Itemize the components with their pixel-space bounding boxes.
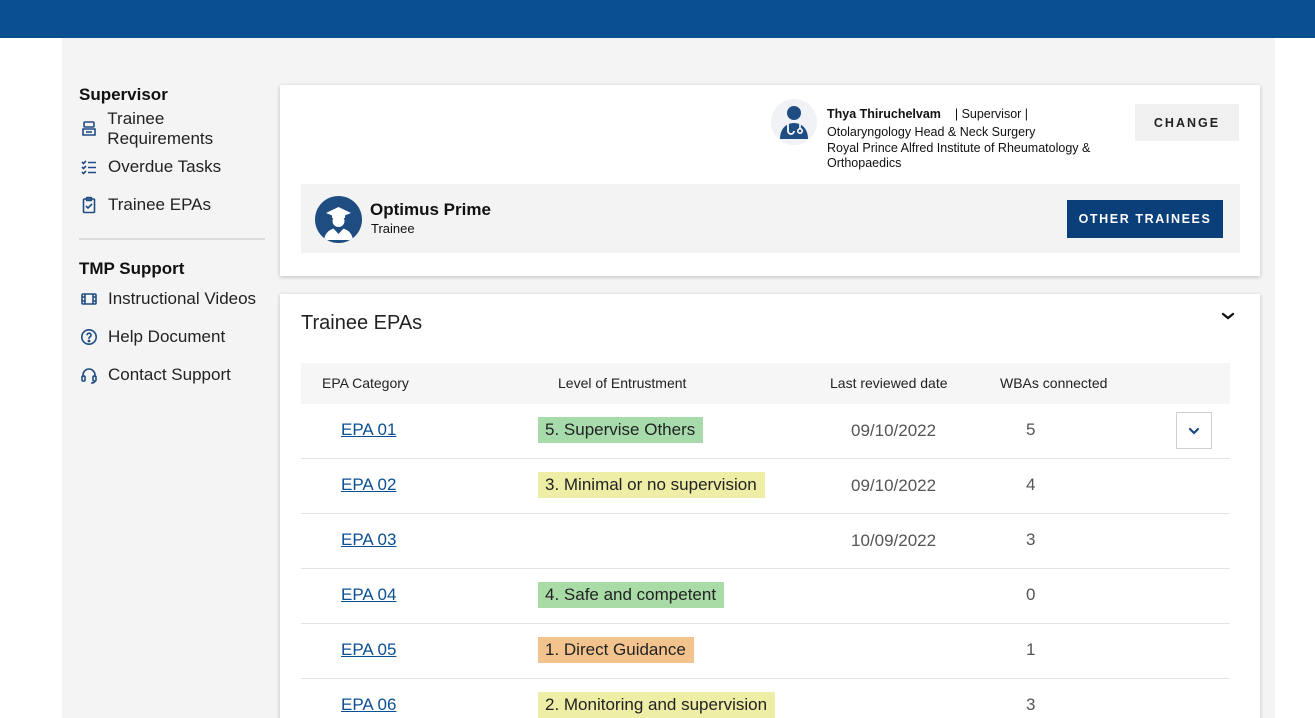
column-header-wbas: WBAs connected <box>1000 375 1108 391</box>
entrustment-level-badge: 1. Direct Guidance <box>538 637 694 663</box>
wbas-count: 0 <box>1026 585 1036 604</box>
wbas-count: 3 <box>1026 530 1036 549</box>
last-reviewed-date: 09/10/2022 <box>851 476 937 495</box>
entrustment-level-badge: 4. Safe and competent <box>538 582 725 608</box>
sidebar: Supervisor Trainee Requirements Overdue … <box>79 84 269 394</box>
trainee-role: Trainee <box>371 221 415 236</box>
table-row: EPA 01 5. Supervise Others 09/10/2022 5 <box>301 404 1230 459</box>
requirements-icon <box>79 119 98 139</box>
supervisor-name-line: Thya Thiruchelvam | Supervisor | <box>827 105 1127 123</box>
supervisor-name: Thya Thiruchelvam <box>827 107 941 121</box>
sidebar-item-overdue-tasks[interactable]: Overdue Tasks <box>79 148 269 186</box>
sidebar-item-trainee-epas[interactable]: Trainee EPAs <box>79 186 269 224</box>
epa-link[interactable]: EPA 03 <box>341 530 396 550</box>
epa-link[interactable]: EPA 06 <box>341 695 396 715</box>
sidebar-item-label: Trainee Requirements <box>107 109 214 148</box>
wbas-count: 5 <box>1026 420 1036 439</box>
sidebar-item-label: Trainee EPAs <box>108 195 211 214</box>
wbas-count: 1 <box>1026 640 1036 659</box>
table-row: EPA 03 10/09/2022 3 <box>301 514 1230 569</box>
column-header-level: Level of Entrustment <box>558 375 687 391</box>
wbas-count: 3 <box>1026 695 1036 714</box>
supervisor-institution-line2: Orthopaedics <box>827 156 902 170</box>
table-row: EPA 04 4. Safe and competent 0 <box>301 569 1230 624</box>
film-icon <box>79 289 99 309</box>
section-title: Trainee EPAs <box>301 312 423 334</box>
epa-link[interactable]: EPA 02 <box>341 475 396 495</box>
sidebar-item-help-document[interactable]: Help Document <box>79 318 269 356</box>
epa-link[interactable]: EPA 05 <box>341 640 396 660</box>
other-trainees-button[interactable]: OTHER TRAINEES <box>1067 200 1223 238</box>
sidebar-divider <box>79 238 265 240</box>
sidebar-item-contact-support[interactable]: Contact Support <box>79 356 269 394</box>
sidebar-item-instructional-videos[interactable]: Instructional Videos <box>79 280 269 318</box>
chevron-down-icon <box>1188 427 1200 435</box>
sidebar-item-label: Instructional Videos <box>108 289 257 308</box>
column-header-last-reviewed: Last reviewed date <box>830 375 948 391</box>
sidebar-item-trainee-requirements[interactable]: Trainee Requirements <box>79 109 269 148</box>
tmp-support-heading: TMP Support <box>79 259 185 278</box>
graduate-icon <box>324 207 353 240</box>
table-row: EPA 05 1. Direct Guidance 1 <box>301 624 1230 679</box>
last-reviewed-date: 09/10/2022 <box>851 421 937 440</box>
sidebar-item-label: Help Document <box>108 327 226 346</box>
entrustment-level-badge: 5. Supervise Others <box>538 417 704 443</box>
entrustment-level-badge: 2. Monitoring and supervision <box>538 692 776 718</box>
table-row: EPA 06 2. Monitoring and supervision 3 <box>301 679 1230 718</box>
epa-link[interactable]: EPA 04 <box>341 585 396 605</box>
sidebar-item-label: Overdue Tasks <box>108 157 222 176</box>
help-circle-icon <box>79 327 99 347</box>
supervisor-info: Thya Thiruchelvam | Supervisor | Otolary… <box>827 105 1127 171</box>
entrustment-level-badge: 3. Minimal or no supervision <box>538 472 765 498</box>
trainee-avatar <box>315 196 362 243</box>
supervisor-role: | Supervisor | <box>954 107 1029 121</box>
doctor-icon <box>780 106 808 139</box>
table-row: EPA 02 3. Minimal or no supervision 09/1… <box>301 459 1230 514</box>
last-reviewed-date: 10/09/2022 <box>851 531 937 550</box>
headset-icon <box>79 365 99 385</box>
top-nav-bar <box>0 0 1315 38</box>
supervisor-avatar <box>771 99 817 145</box>
table-header: EPA Category Level of Entrustment Last r… <box>301 363 1230 404</box>
clipboard-check-icon <box>79 195 99 215</box>
supervisor-institution-line1: Royal Prince Alfred Institute of Rheumat… <box>827 141 1091 155</box>
row-expand-button[interactable] <box>1176 412 1212 449</box>
change-button[interactable]: CHANGE <box>1135 104 1239 141</box>
supervisor-specialty: Otolaryngology Head & Neck Surgery <box>827 125 1036 139</box>
chevron-down-icon[interactable] <box>1219 309 1237 323</box>
trainee-name: Optimus Prime <box>370 200 491 219</box>
wbas-count: 4 <box>1026 475 1036 494</box>
supervisor-heading: Supervisor <box>79 85 168 104</box>
column-header-epa-category: EPA Category <box>322 375 409 391</box>
epa-link[interactable]: EPA 01 <box>341 420 396 440</box>
sidebar-item-label: Contact Support <box>108 365 231 384</box>
task-list-icon <box>79 157 99 177</box>
